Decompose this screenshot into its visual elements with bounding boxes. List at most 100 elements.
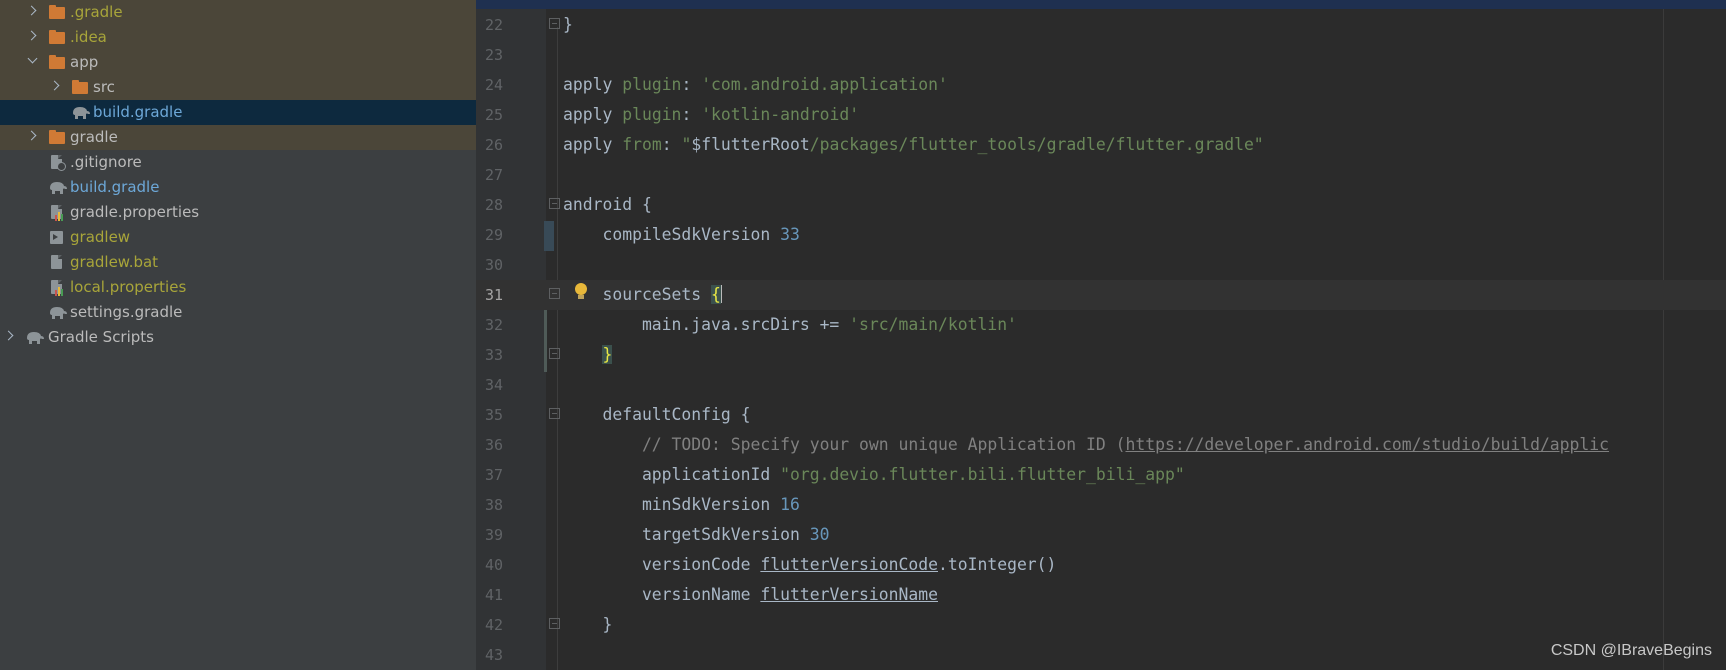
line-number: 30: [484, 256, 503, 274]
chevron-right-icon[interactable]: [3, 325, 17, 350]
tree-item-label: gradlew.bat: [70, 253, 159, 271]
fold-marker-icon[interactable]: [549, 288, 560, 299]
code-line[interactable]: 33 }: [476, 340, 1726, 370]
tree-item-label: .idea: [70, 28, 107, 46]
line-number: 35: [484, 406, 503, 424]
code-line[interactable]: 30: [476, 250, 1726, 280]
tree-item-gradlew-bat[interactable]: gradlew.bat: [0, 250, 476, 275]
code-line[interactable]: 40 versionCode flutterVersionCode.toInte…: [476, 550, 1726, 580]
code-text: targetSdkVersion 30: [563, 524, 830, 546]
code-text: apply plugin: 'kotlin-android': [563, 104, 859, 126]
chevron-right-icon[interactable]: [26, 25, 40, 50]
tree-item-label: settings.gradle: [70, 303, 183, 321]
folder-icon: [48, 129, 66, 146]
tree-item-local-properties[interactable]: local.properties: [0, 275, 476, 300]
code-text: versionName flutterVersionName: [563, 584, 938, 606]
code-text: // TODO: Specify your own unique Applica…: [563, 434, 1609, 456]
line-number: 28: [484, 196, 503, 214]
code-token: .toInteger(): [938, 555, 1057, 574]
fold-marker-icon[interactable]: [549, 198, 560, 209]
code-token: :: [681, 75, 702, 94]
gradle-elephant-icon: [48, 179, 67, 196]
code-token: from: [622, 135, 662, 154]
tree-item-gradlew[interactable]: gradlew: [0, 225, 476, 250]
chevron-down-icon[interactable]: [26, 50, 40, 75]
tree-item-label: build.gradle: [70, 178, 160, 196]
line-number: 26: [484, 136, 503, 154]
tree-item-label: .gradle: [70, 3, 123, 21]
folder-icon: [48, 29, 66, 46]
tree-item-idea-dir[interactable]: .idea: [0, 25, 476, 50]
code-line[interactable]: 37 applicationId "org.devio.flutter.bili…: [476, 460, 1726, 490]
code-token: main.java.srcDirs +=: [563, 315, 850, 334]
tree-item-label: gradle: [70, 128, 118, 146]
tree-item-label: gradle.properties: [70, 203, 200, 221]
code-token: 'com.android.application': [701, 75, 948, 94]
code-text: apply plugin: 'com.android.application': [563, 74, 948, 96]
code-token: https://developer.android.com/studio/bui…: [1125, 435, 1610, 454]
tree-item-gradle-properties[interactable]: gradle.properties: [0, 200, 476, 225]
code-editor[interactable]: 22 } 23 24 apply plugin: 'com.android.ap…: [476, 0, 1726, 670]
project-tool-window: .gradle .idea app src build.gradle gradl…: [0, 0, 476, 670]
code-line[interactable]: 36 // TODO: Specify your own unique Appl…: [476, 430, 1726, 460]
tree-item-settings-gradle[interactable]: settings.gradle: [0, 300, 476, 325]
code-token: android {: [563, 195, 652, 214]
code-line[interactable]: 28 android {: [476, 190, 1726, 220]
folder-icon: [48, 4, 66, 21]
code-token: }: [563, 615, 613, 634]
code-line[interactable]: 22 }: [476, 10, 1726, 40]
code-line[interactable]: 23: [476, 40, 1726, 70]
chevron-right-icon[interactable]: [26, 0, 40, 25]
tree-item-root-build-gradle[interactable]: build.gradle: [0, 175, 476, 200]
code-line[interactable]: 27: [476, 160, 1726, 190]
fold-marker-icon[interactable]: [549, 18, 560, 29]
tree-item-gradle-dir[interactable]: .gradle: [0, 0, 476, 25]
line-number: 36: [484, 436, 503, 454]
line-number: 34: [484, 376, 503, 394]
chevron-right-icon[interactable]: [49, 75, 63, 100]
tree-item-app-build-gradle[interactable]: build.gradle: [0, 100, 476, 125]
code-line[interactable]: 38 minSdkVersion 16: [476, 490, 1726, 520]
code-line[interactable]: 25 apply plugin: 'kotlin-android': [476, 100, 1726, 130]
code-line[interactable]: 39 targetSdkVersion 30: [476, 520, 1726, 550]
code-text: }: [563, 614, 612, 636]
gradle-elephant-icon: [71, 104, 90, 121]
code-line[interactable]: 34: [476, 370, 1726, 400]
code-line[interactable]: 35 defaultConfig {: [476, 400, 1726, 430]
tree-item-app-dir[interactable]: app: [0, 50, 476, 75]
line-number: 42: [484, 616, 503, 634]
code-line[interactable]: 24 apply plugin: 'com.android.applicatio…: [476, 70, 1726, 100]
terminal-script-icon: [48, 229, 66, 246]
code-line[interactable]: 42 }: [476, 610, 1726, 640]
fold-marker-icon[interactable]: [549, 618, 560, 629]
tree-item-gradle-scripts[interactable]: Gradle Scripts: [0, 325, 476, 350]
code-line[interactable]: 43: [476, 640, 1726, 670]
code-text: applicationId "org.devio.flutter.bili.fl…: [563, 464, 1185, 486]
code-token: plugin: [622, 105, 682, 124]
fold-marker-icon[interactable]: [549, 408, 560, 419]
code-token: :: [661, 135, 682, 154]
code-token: 'kotlin-android': [701, 105, 860, 124]
tree-item-label: gradlew: [70, 228, 131, 246]
text-caret: [720, 285, 723, 303]
code-line-current[interactable]: 31 sourceSets {: [476, 280, 1726, 310]
code-line[interactable]: 41 versionName flutterVersionName: [476, 580, 1726, 610]
tree-item-gradle-wrapper-dir[interactable]: gradle: [0, 125, 476, 150]
line-number: 22: [484, 16, 503, 34]
line-number: 37: [484, 466, 503, 484]
text-file-icon: [48, 254, 66, 271]
tree-item-gitignore[interactable]: .gitignore: [0, 150, 476, 175]
code-token: 33: [780, 225, 800, 244]
chevron-right-icon[interactable]: [26, 125, 40, 150]
code-line[interactable]: 29 compileSdkVersion 33: [476, 220, 1726, 250]
tree-item-src-dir[interactable]: src: [0, 75, 476, 100]
code-text: }: [563, 14, 573, 36]
fold-marker-icon[interactable]: [549, 348, 560, 359]
code-token: defaultConfig {: [563, 405, 751, 424]
code-line[interactable]: 32 main.java.srcDirs += 'src/main/kotlin…: [476, 310, 1726, 340]
code-line[interactable]: 26 apply from: "$flutterRoot/packages/fl…: [476, 130, 1726, 160]
gitignore-file-icon: [48, 154, 66, 171]
code-token: minSdkVersion: [563, 495, 781, 514]
line-number: 25: [484, 106, 503, 124]
